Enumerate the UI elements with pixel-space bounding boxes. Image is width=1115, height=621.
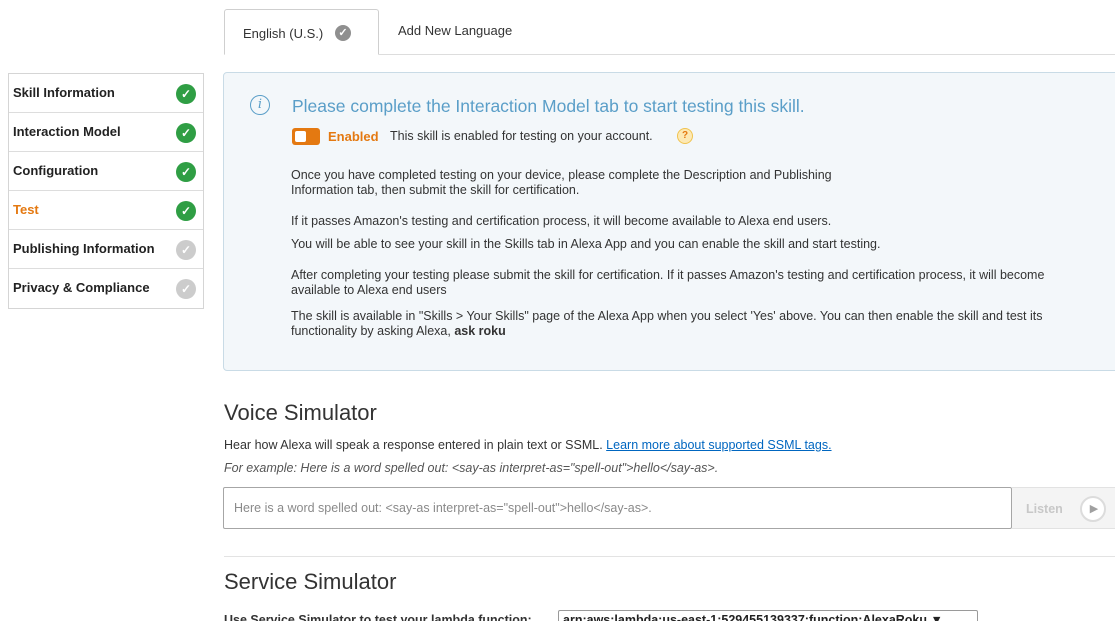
skill-steps-sidebar: Skill Information ✓ Interaction Model ✓ … [8,73,204,309]
check-icon: ✓ [176,84,196,104]
sidebar-item-interaction-model[interactable]: Interaction Model ✓ [9,113,203,152]
service-simulator-title: Service Simulator [224,569,397,594]
tab-english-us[interactable]: English (U.S.) ✓ [224,9,379,55]
sidebar-item-label: Publishing Information [13,241,155,256]
skill-invocation: ask roku [454,324,506,338]
check-icon: ✓ [176,279,196,299]
check-icon: ✓ [335,25,351,41]
sidebar-item-privacy-compliance[interactable]: Privacy & Compliance ✓ [9,269,203,308]
help-icon[interactable]: ? [677,128,693,144]
voice-simulator-example: For example: Here is a word spelled out:… [224,461,719,475]
check-icon: ✓ [176,162,196,182]
tab-add-new-language[interactable]: Add New Language [398,23,512,38]
testing-enabled-toggle[interactable] [292,128,320,145]
sidebar-item-configuration[interactable]: Configuration ✓ [9,152,203,191]
sidebar-item-publishing-information[interactable]: Publishing Information ✓ [9,230,203,269]
toggle-description: This skill is enabled for testing on you… [390,129,653,143]
tab-english-us-label: English (U.S.) [243,26,324,41]
toggle-knob [295,131,306,142]
ssml-tags-link[interactable]: Learn more about supported SSML tags. [606,438,831,452]
info-paragraph: The skill is available in "Skills > Your… [291,309,1081,339]
info-paragraph: If it passes Amazon's testing and certif… [291,214,832,228]
sidebar-item-label: Test [13,202,39,217]
check-icon: ✓ [176,240,196,260]
testing-info-panel: i Please complete the Interaction Model … [223,72,1115,371]
listen-button[interactable]: Listen ▶ [1012,487,1115,529]
ssml-input[interactable] [223,487,1012,529]
voice-simulator-title: Voice Simulator [224,400,377,425]
info-icon: i [250,95,270,115]
voice-simulator-description: Hear how Alexa will speak a response ent… [224,438,832,452]
check-icon: ✓ [176,123,196,143]
voice-simulator-description-text: Hear how Alexa will speak a response ent… [224,438,603,452]
lambda-function-select[interactable]: arn:aws:lambda:us-east-1:529455139337:fu… [558,610,978,621]
info-paragraph-text: The skill is available in "Skills > Your… [291,309,1043,338]
section-divider [224,556,1115,557]
check-icon: ✓ [176,201,196,221]
language-tabs: English (U.S.) ✓ Add New Language [224,9,1115,55]
info-title: Please complete the Interaction Model ta… [292,96,805,116]
info-paragraph: After completing your testing please sub… [291,268,1045,297]
sidebar-item-skill-information[interactable]: Skill Information ✓ [9,74,203,113]
lambda-function-label: Use Service Simulator to test your lambd… [224,613,532,621]
toggle-state-label: Enabled [328,129,379,144]
sidebar-item-label: Skill Information [13,85,115,100]
play-icon: ▶ [1080,496,1106,522]
info-paragraph: Once you have completed testing on your … [291,168,832,197]
sidebar-item-label: Configuration [13,163,99,178]
info-paragraph: You will be able to see your skill in th… [291,237,881,251]
listen-button-label: Listen [1026,502,1063,516]
sidebar-item-label: Interaction Model [13,124,121,139]
sidebar-item-label: Privacy & Compliance [13,280,150,295]
sidebar-item-test[interactable]: Test ✓ [9,191,203,230]
